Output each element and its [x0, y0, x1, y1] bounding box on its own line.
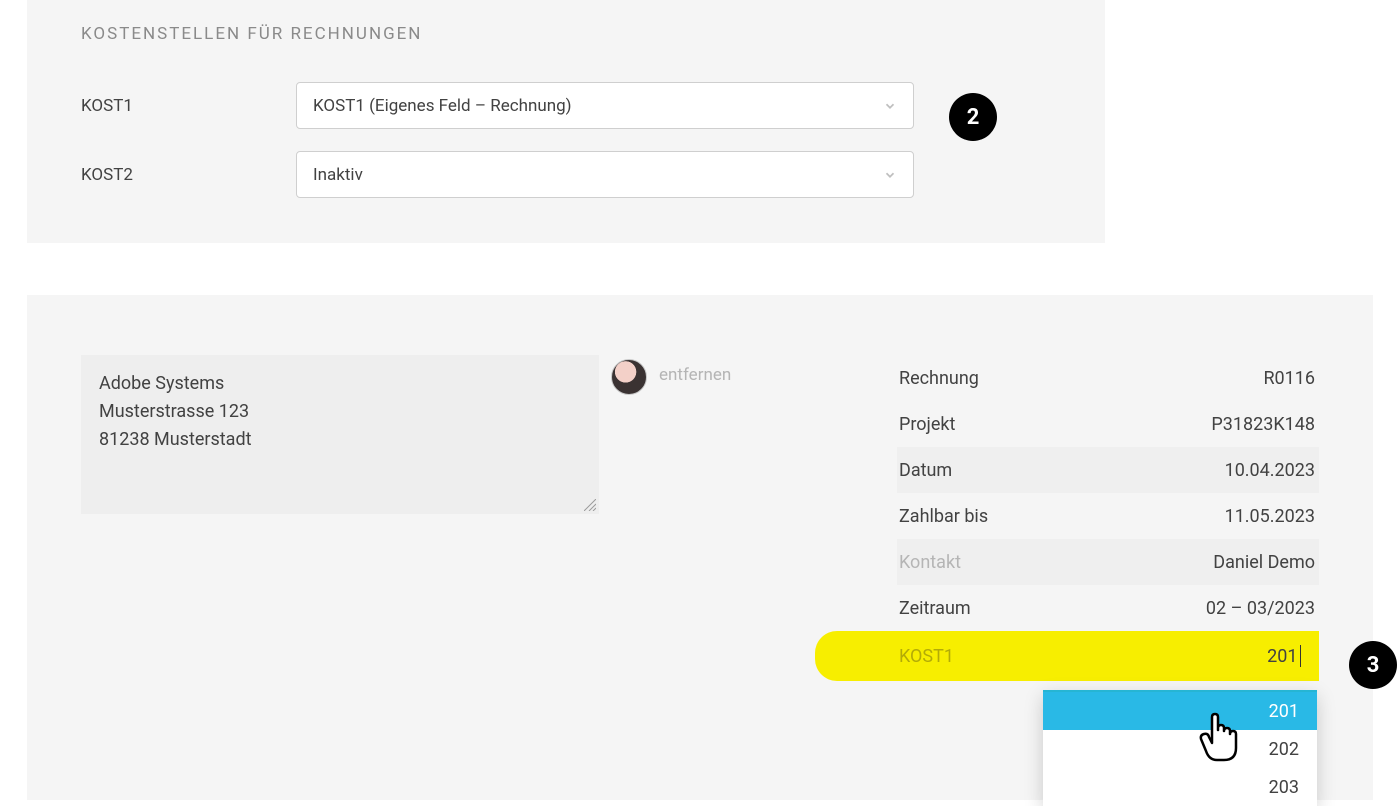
- kost1-label: KOST1: [81, 96, 296, 116]
- step-badge-2-label: 2: [967, 105, 980, 130]
- kost1-input[interactable]: 201: [1267, 645, 1301, 667]
- kost1-input-value: 201: [1267, 646, 1297, 667]
- text-caret-icon: [1300, 645, 1302, 667]
- kost1-select[interactable]: KOST1 (Eigenes Feld – Rechnung): [296, 82, 914, 129]
- meta-row-zahlbar: Zahlbar bis 11.05.2023: [897, 493, 1319, 539]
- kost2-select-value: Inaktiv: [313, 165, 363, 185]
- kost2-select[interactable]: Inaktiv: [296, 151, 914, 198]
- meta-value[interactable]: 11.05.2023: [1225, 506, 1315, 527]
- address-textarea[interactable]: Adobe Systems Musterstrasse 123 81238 Mu…: [81, 355, 599, 514]
- step-badge-3: 3: [1349, 641, 1397, 689]
- invoice-meta-list: Rechnung R0116 Projekt P31823K148 Datum …: [897, 355, 1319, 681]
- meta-row-kost1: KOST1 201: [815, 631, 1319, 681]
- meta-label: Zahlbar bis: [899, 506, 988, 527]
- meta-row-datum: Datum 10.04.2023: [897, 447, 1319, 493]
- cost-center-settings-panel: KOSTENSTELLEN FÜR RECHNUNGEN KOST1 KOST1…: [27, 0, 1105, 243]
- invoice-columns: Adobe Systems Musterstrasse 123 81238 Mu…: [81, 355, 1319, 681]
- meta-label: Rechnung: [899, 368, 979, 389]
- chevron-down-icon: [883, 99, 897, 113]
- remove-link[interactable]: entfernen: [659, 359, 731, 385]
- meta-value[interactable]: 02 – 03/2023: [1206, 598, 1315, 619]
- meta-label: KOST1: [899, 646, 954, 667]
- meta-label: Zeitraum: [899, 598, 971, 619]
- meta-value[interactable]: 10.04.2023: [1225, 460, 1315, 481]
- meta-row-zeitraum: Zeitraum 02 – 03/2023: [897, 585, 1319, 631]
- contact-remove-group: entfernen: [611, 355, 731, 681]
- meta-row-projekt: Projekt P31823K148: [897, 401, 1319, 447]
- pointer-cursor-icon: [1195, 710, 1243, 766]
- dropdown-option-201[interactable]: 201: [1043, 692, 1317, 730]
- meta-value[interactable]: R0116: [1263, 368, 1315, 389]
- meta-value[interactable]: P31823K148: [1211, 414, 1315, 435]
- kost2-row: KOST2 Inaktiv: [81, 151, 1051, 198]
- kost2-label: KOST2: [81, 165, 296, 185]
- kost1-row: KOST1 KOST1 (Eigenes Feld – Rechnung): [81, 82, 1051, 129]
- meta-value[interactable]: Daniel Demo: [1213, 552, 1315, 573]
- dropdown-option-202[interactable]: 202: [1043, 730, 1317, 768]
- dropdown-option-203[interactable]: 203: [1043, 768, 1317, 806]
- meta-row-rechnung: Rechnung R0116: [897, 355, 1319, 401]
- section-title: KOSTENSTELLEN FÜR RECHNUNGEN: [81, 24, 1051, 44]
- avatar[interactable]: [611, 359, 647, 395]
- address-line3: 81238 Musterstadt: [99, 426, 581, 454]
- meta-label: Kontakt: [899, 552, 961, 573]
- address-line1: Adobe Systems: [99, 370, 581, 398]
- meta-label: Datum: [899, 460, 952, 481]
- meta-label: Projekt: [899, 414, 955, 435]
- step-badge-2: 2: [949, 93, 997, 141]
- meta-row-kontakt: Kontakt Daniel Demo: [897, 539, 1319, 585]
- resize-handle-icon[interactable]: [584, 499, 596, 511]
- kost1-dropdown: 201 202 203: [1043, 690, 1317, 806]
- kost1-select-value: KOST1 (Eigenes Feld – Rechnung): [313, 96, 572, 116]
- address-line2: Musterstrasse 123: [99, 398, 581, 426]
- step-badge-3-label: 3: [1367, 653, 1380, 678]
- chevron-down-icon: [883, 168, 897, 182]
- invoice-preview-panel: Adobe Systems Musterstrasse 123 81238 Mu…: [27, 295, 1373, 800]
